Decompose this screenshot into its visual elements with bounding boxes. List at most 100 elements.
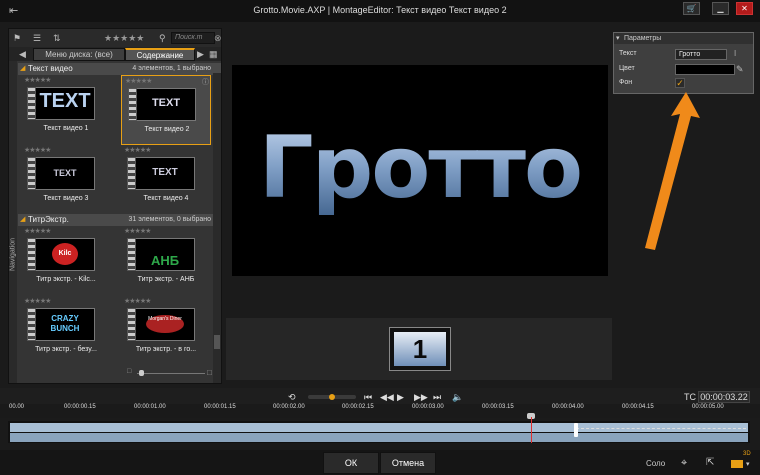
item-thumbnail: TEXT [27,157,95,190]
film-strip-icon [27,238,36,271]
item-thumbnail: TEXT [128,88,196,121]
ruler-tick: 00:00:02.15 [342,404,374,410]
ruler-tick: 00:00:02.00 [273,404,305,410]
cancel-button[interactable]: Отмена [380,452,436,474]
group-header-titles-extra[interactable]: ◢ ТитрЭкстр. 31 элементов, 0 выбрано [18,214,221,226]
shuttle-slider[interactable] [308,394,356,400]
list-item[interactable]: ★★★★★ Morgan's Diner Титр экстр. - в го.… [121,296,211,366]
3d-mode-button[interactable] [731,460,743,468]
video-preview[interactable]: Гротто [232,65,608,276]
tab-content[interactable]: Содержание [125,48,195,61]
window-title: Grotto.Movie.AXP | MontageEditor: Текст … [253,5,507,15]
small-size-icon: □ [127,368,132,375]
button-thumbnail[interactable]: 1 [389,327,451,371]
text-track[interactable] [10,433,748,442]
item-rating[interactable]: ★★★★★ [124,297,151,305]
library-panel: ⚑ ☰ ⇅ ★★★★★ ⚲ Поиск.m ⊗ ◀ Меню диска: (в… [8,28,222,384]
parameters-header[interactable]: ▾ Параметры [614,33,753,44]
film-strip-icon [127,157,136,190]
title-bar: ⇤ Grotto.Movie.AXP | MontageEditor: Текс… [0,0,760,22]
tab-disc-menu[interactable]: Меню диска: (все) [33,48,125,61]
text-field[interactable]: Гротто [675,49,727,60]
list-item[interactable]: ★★★★★ TEXT Текст видео 3 [21,145,111,215]
film-strip-icon [27,87,36,120]
collapse-icon: ◢ [20,216,26,223]
search-input[interactable]: Поиск.m [171,32,215,44]
item-rating[interactable]: ★★★★★ [125,77,152,85]
film-strip-icon [127,308,136,341]
parameters-panel: ▾ Параметры Текст Гротто I Цвет ✎ Фон ✓ [613,32,754,94]
item-rating[interactable]: ★★★★★ [24,146,51,154]
ruler-tick: 00:00:05.00 [692,404,724,410]
item-label: Титр экстр. - безу... [35,346,97,353]
background-checkbox[interactable]: ✓ [675,78,685,88]
sort-icon[interactable]: ⇅ [53,29,61,47]
minimize-button[interactable]: ▁ [712,2,729,15]
group-header-text-video[interactable]: ◢ Текст видео 4 элементов, 1 выбрано [18,63,221,75]
clear-search-icon[interactable]: ⊗ [214,29,222,47]
ruler-tick: 00.00 [9,404,25,410]
item-thumbnail: Morgan's Diner [127,308,195,341]
item-label: Текст видео 1 [43,125,89,132]
list-item[interactable]: ★★★★★ TEXT Текст видео 4 [121,145,211,215]
thumb-text: CRAZY BUNCH [50,314,80,333]
item-rating[interactable]: ★★★★★ [24,297,51,305]
timecode-display[interactable]: 00:00:03.22 [698,391,750,403]
crosshair-icon[interactable]: ⌖ [681,457,687,470]
large-size-icon: □ [207,368,212,377]
list-item[interactable]: ★★★★★ АНБ Титр экстр. - АНБ [121,226,211,296]
export-icon[interactable]: ⇱ [706,457,714,468]
rating-filter[interactable]: ★★★★★ [104,29,144,47]
scroll-thumb[interactable] [214,335,220,349]
text-cursor-icon[interactable]: I [734,49,736,58]
list-item[interactable]: ★★★★★ TEXT Текст видео 1 [21,75,111,145]
3d-badge: 3D [743,451,751,457]
cart-button[interactable]: 🛒 [683,2,700,15]
thumb-size-slider[interactable]: □ □ [127,368,215,377]
list-item-selected[interactable]: ★★★★★ ⓘ TEXT Текст видео 2 [121,75,211,145]
collapse-icon: ◢ [20,65,26,72]
annotation-arrow [645,92,700,250]
text-label: Текст [619,50,637,57]
list-view-icon[interactable]: ☰ [33,29,41,47]
item-label: Текст видео 2 [144,126,190,133]
info-icon[interactable]: ⓘ [202,77,209,87]
timeline-tracks[interactable] [8,417,750,443]
item-thumbnail: TEXT [127,157,195,190]
parameters-title: Параметры [624,35,662,42]
item-rating[interactable]: ★★★★★ [24,227,51,235]
eyedropper-icon[interactable]: ✎ [736,64,744,75]
item-rating[interactable]: ★★★★★ [124,227,151,235]
list-item[interactable]: ★★★★★ CRAZY BUNCH Титр экстр. - безу... [21,296,111,366]
item-thumbnail: АНБ [127,238,195,271]
slider-handle[interactable] [139,370,144,376]
item-thumbnail: CRAZY BUNCH [27,308,95,341]
tab-left-arrow-icon[interactable]: ◀ [19,47,26,61]
group-count: 31 элементов, 0 выбрано [128,216,211,223]
item-rating[interactable]: ★★★★★ [24,76,51,84]
dropdown-icon[interactable]: ▾ [746,460,750,468]
search-icon: ⚲ [159,33,166,43]
ruler-tick: 00:00:03.00 [412,404,444,410]
tab-right-arrow-icon[interactable]: ▶ [197,47,204,61]
timeline-ruler[interactable]: 00.00 00:00:00.15 00:00:01.00 00:00:01.1… [0,404,760,419]
item-thumbnail: Kilc [27,238,95,271]
shuttle-handle[interactable] [329,394,335,400]
item-label: Титр экстр. - в го... [135,346,197,353]
solo-button[interactable]: Соло [646,459,665,468]
panel-options-icon[interactable]: ▦ [209,47,218,61]
close-button[interactable]: ✕ [736,2,753,15]
background-label: Фон [619,79,633,86]
item-label: Текст видео 4 [143,195,189,202]
library-menu-icon[interactable]: ⚑ [13,29,21,47]
thumb-text: TEXT [39,90,91,112]
trim-handle[interactable] [574,423,578,437]
list-item[interactable]: ★★★★★ Kilc Титр экстр. - Kilc... [21,226,111,296]
color-swatch[interactable] [675,64,735,75]
navigation-strip[interactable]: Navigation [9,61,17,383]
library-scrollbar[interactable] [213,73,221,383]
thumb-text: TEXT [151,97,181,109]
item-rating[interactable]: ★★★★★ [124,146,151,154]
thumb-text: Morgan's Diner [146,315,184,333]
ok-button[interactable]: ОК [323,452,379,474]
